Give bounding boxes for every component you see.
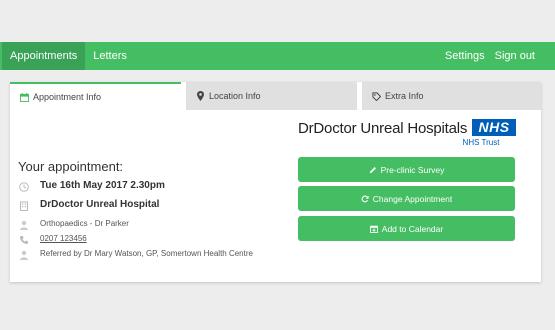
detail-referral: Referred by Dr Mary Watson, GP, Somertow…	[18, 248, 255, 260]
tag-icon	[371, 91, 381, 101]
calendar-icon	[19, 92, 29, 102]
calendar-plus-icon	[370, 224, 379, 233]
user-icon	[18, 219, 29, 230]
appointment-hospital: DrDoctor Unreal Hospital	[40, 199, 160, 210]
tab-label: Extra Info	[385, 91, 424, 101]
detail-department: Orthopaedics - Dr Parker	[18, 218, 129, 230]
nav-left-group: Appointments Letters	[0, 42, 135, 70]
detail-hospital: DrDoctor Unreal Hospital	[18, 199, 159, 211]
appointment-department: Orthopaedics - Dr Parker	[40, 219, 129, 228]
user-icon	[18, 249, 29, 260]
tab-bar: Appointment Info Location Info Extra Inf…	[10, 82, 541, 110]
tab-extra-info[interactable]: Extra Info	[362, 82, 541, 110]
pre-clinic-survey-button[interactable]: Pre-clinic Survey	[298, 157, 515, 182]
tab-location-info[interactable]: Location Info	[186, 82, 357, 110]
phone-icon	[18, 234, 29, 245]
refresh-icon	[361, 194, 370, 203]
appointment-datetime: Tue 16th May 2017 2.30pm	[40, 180, 165, 191]
appointment-referral: Referred by Dr Mary Watson, GP, Somertow…	[40, 249, 253, 258]
appointment-phone-link[interactable]: 0207 123456	[40, 233, 87, 244]
add-to-calendar-button[interactable]: Add to Calendar	[298, 216, 515, 241]
nav-letters[interactable]: Letters	[85, 42, 135, 70]
nhs-badge: NHS	[472, 119, 516, 136]
logo-name: DrDoctor Unreal Hospitals	[298, 120, 468, 137]
hospital-logo: DrDoctor Unreal Hospitals NHS NHS Trust	[298, 119, 518, 149]
tab-label: Appointment Info	[33, 92, 102, 102]
nav-sign-out[interactable]: Sign out	[490, 42, 540, 70]
pencil-icon	[369, 165, 378, 174]
tab-label: Location Info	[209, 91, 261, 101]
button-label: Add to Calendar	[381, 223, 444, 234]
clock-icon	[18, 181, 29, 192]
button-label: Change Appointment	[372, 193, 453, 204]
building-icon	[18, 200, 29, 211]
tab-appointment-info[interactable]: Appointment Info	[10, 82, 181, 110]
nav-appointments[interactable]: Appointments	[2, 42, 86, 70]
nav-settings[interactable]: Settings	[440, 42, 490, 70]
logo-trust: NHS Trust	[462, 138, 500, 147]
button-label: Pre-clinic Survey	[380, 164, 445, 175]
detail-datetime: Tue 16th May 2017 2.30pm	[18, 180, 165, 192]
nav-right-group: Settings Sign out	[440, 42, 555, 70]
appointment-card: Appointment Info Location Info Extra Inf…	[10, 82, 541, 282]
appointment-heading: Your appointment:	[18, 159, 124, 174]
detail-phone: 0207 123456	[18, 233, 87, 245]
change-appointment-button[interactable]: Change Appointment	[298, 186, 515, 211]
top-navbar: Appointments Letters Settings Sign out	[0, 42, 555, 70]
map-pin-icon	[195, 91, 205, 101]
